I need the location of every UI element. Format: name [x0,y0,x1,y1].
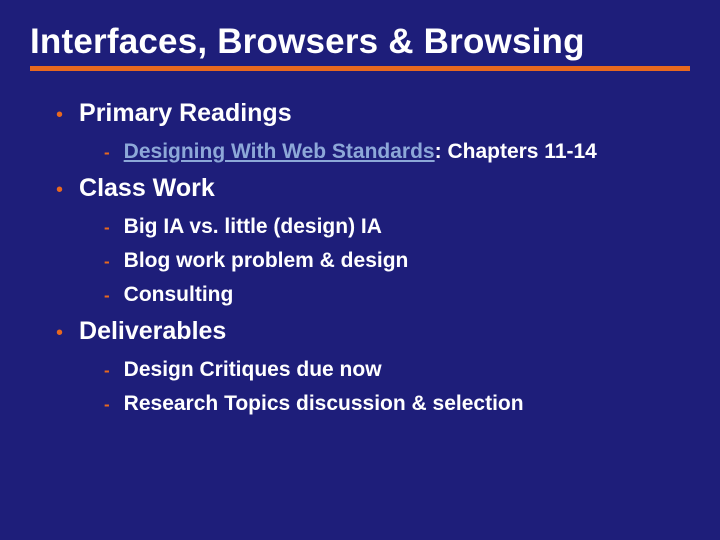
dash-icon: - [104,144,110,161]
section-heading: Class Work [79,174,215,203]
dash-icon: - [104,362,110,379]
list-item: - Research Topics discussion & selection [104,392,690,416]
dash-icon: - [104,253,110,270]
reading-chapters: : Chapters 11-14 [435,140,597,163]
list-item: - Big IA vs. little (design) IA [104,215,690,239]
slide: Interfaces, Browsers & Browsing • Primar… [0,0,720,540]
section-heading: Primary Readings [79,99,292,128]
section-heading-row: • Deliverables [56,317,690,346]
list-item: - Consulting [104,283,690,307]
list-item-text: Blog work problem & design [124,249,409,273]
section-heading-row: • Primary Readings [56,99,690,128]
list-item-text: Consulting [124,283,234,307]
bullet-icon: • [56,105,63,125]
slide-title: Interfaces, Browsers & Browsing [30,22,690,71]
list-item-text: Designing With Web Standards: Chapters 1… [124,140,597,164]
section-heading: Deliverables [79,317,226,346]
bullet-icon: • [56,323,63,343]
reading-link[interactable]: Designing With Web Standards [124,140,435,163]
list-item-text: Design Critiques due now [124,358,382,382]
list-item: - Design Critiques due now [104,358,690,382]
bullet-icon: • [56,180,63,200]
list-item-text: Big IA vs. little (design) IA [124,215,382,239]
dash-icon: - [104,396,110,413]
slide-content: • Primary Readings - Designing With Web … [30,99,690,416]
dash-icon: - [104,287,110,304]
list-item: - Designing With Web Standards: Chapters… [104,140,690,164]
list-item-text: Research Topics discussion & selection [124,392,524,416]
list-item: - Blog work problem & design [104,249,690,273]
dash-icon: - [104,219,110,236]
section-heading-row: • Class Work [56,174,690,203]
